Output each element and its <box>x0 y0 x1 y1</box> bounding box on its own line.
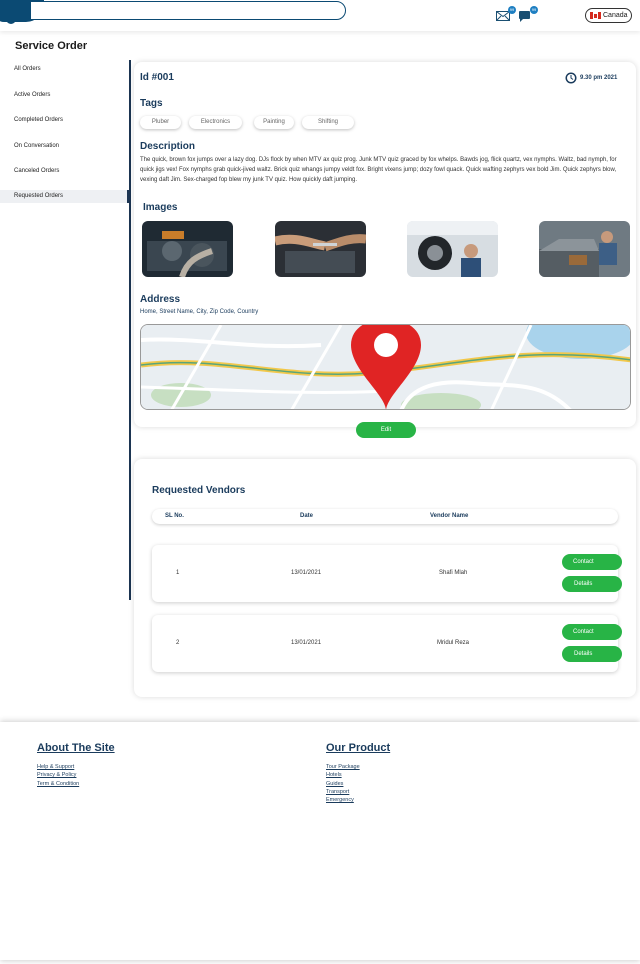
row-sl-no: 2 <box>176 640 180 646</box>
images-heading: Images <box>143 202 178 213</box>
footer-link-guides[interactable]: Guides <box>326 781 343 787</box>
footer-link-privacy-policy[interactable]: Privacy & Policy <box>37 772 76 778</box>
tag-chip[interactable]: Painting <box>254 116 294 129</box>
tag-chip[interactable]: Pluber <box>140 116 181 129</box>
description-heading: Description <box>140 141 196 152</box>
mail-icon[interactable]: 99 <box>496 6 516 23</box>
footer-link-transport[interactable]: Transport <box>326 789 349 795</box>
footer-link-terms[interactable]: Term & Condition <box>37 781 79 787</box>
service-image-engine[interactable] <box>142 221 233 277</box>
order-id: Id #001 <box>140 72 174 83</box>
chat-notification-icon[interactable]: 99 <box>518 6 538 23</box>
order-time: 9.30 pm 2021 <box>565 72 617 84</box>
top-header: 99 99 Canada <box>0 0 640 31</box>
footer-link-hotels[interactable]: Hotels <box>326 772 342 778</box>
requested-vendors-title: Requested Vendors <box>152 485 246 496</box>
row-sl-no: 1 <box>176 570 180 576</box>
row-date: 13/01/2021 <box>291 640 322 646</box>
order-time-text: 9.30 pm 2021 <box>580 75 618 81</box>
about-site-title: About The Site <box>37 742 115 754</box>
footer-link-emergency[interactable]: Emergency <box>326 797 354 803</box>
footer-link-tour-package[interactable]: Tour Package <box>326 764 360 770</box>
address-heading: Address <box>140 294 181 305</box>
column-date: Date <box>300 513 314 519</box>
service-image-wrench[interactable] <box>275 221 366 277</box>
page: 99 99 Canada Service Order All Orders Ac… <box>0 0 640 964</box>
table-row: 1 13/01/2021 Shafi Mlah Contact Details <box>152 545 622 602</box>
sidebar: All Orders Active Orders Completed Order… <box>0 60 131 600</box>
footer: About The Site Help & Support Privacy & … <box>0 722 640 960</box>
address-map[interactable] <box>140 324 631 410</box>
service-image-car-repair[interactable] <box>539 221 630 277</box>
vendor-table-header: SL No. Date Vendor Name <box>152 509 618 524</box>
table-row: 2 13/01/2021 Mridul Reza Contact Details <box>152 615 622 672</box>
tags-heading: Tags <box>140 98 163 109</box>
column-sl-no: SL No. <box>165 513 184 519</box>
contact-button[interactable]: Contact <box>562 554 622 570</box>
sidebar-item-on-conversation[interactable]: On Conversation <box>0 140 129 153</box>
country-label: Canada <box>603 12 628 19</box>
country-selector[interactable]: Canada <box>585 8 632 23</box>
sidebar-item-all-orders[interactable]: All Orders <box>0 63 129 76</box>
footer-link-help-support[interactable]: Help & Support <box>37 764 74 770</box>
row-date: 13/01/2021 <box>291 570 322 576</box>
mail-badge: 99 <box>508 6 516 14</box>
address-text: Home, Street Name, City, Zip Code, Count… <box>140 309 259 315</box>
our-product-title: Our Product <box>326 742 391 754</box>
service-image-mechanic-wheel[interactable] <box>407 221 498 277</box>
notification-badge: 99 <box>530 6 538 14</box>
canada-flag-icon <box>590 12 601 19</box>
tag-chip[interactable]: Electronics <box>189 116 242 129</box>
search-input[interactable] <box>30 1 346 20</box>
sidebar-item-active-orders[interactable]: Active Orders <box>0 89 129 102</box>
edit-button[interactable]: Edit <box>356 422 416 438</box>
contact-button[interactable]: Contact <box>562 624 622 640</box>
column-vendor-name: Vendor Name <box>430 513 469 519</box>
details-button[interactable]: Details <box>562 576 622 592</box>
sidebar-item-completed-orders[interactable]: Completed Orders <box>0 114 129 127</box>
sidebar-item-requested-orders[interactable]: Requested Orders <box>0 190 129 203</box>
row-vendor-name: Mridul Reza <box>437 640 470 646</box>
details-button[interactable]: Details <box>562 646 622 662</box>
row-vendor-name: Shafi Mlah <box>439 570 468 576</box>
description-text: The quick, brown fox jumps over a lazy d… <box>140 157 617 183</box>
tag-chip[interactable]: Shifting <box>302 116 354 129</box>
sidebar-item-canceled-orders[interactable]: Canceled Orders <box>0 165 129 178</box>
page-title: Service Order <box>15 40 88 52</box>
clock-icon <box>565 72 577 84</box>
